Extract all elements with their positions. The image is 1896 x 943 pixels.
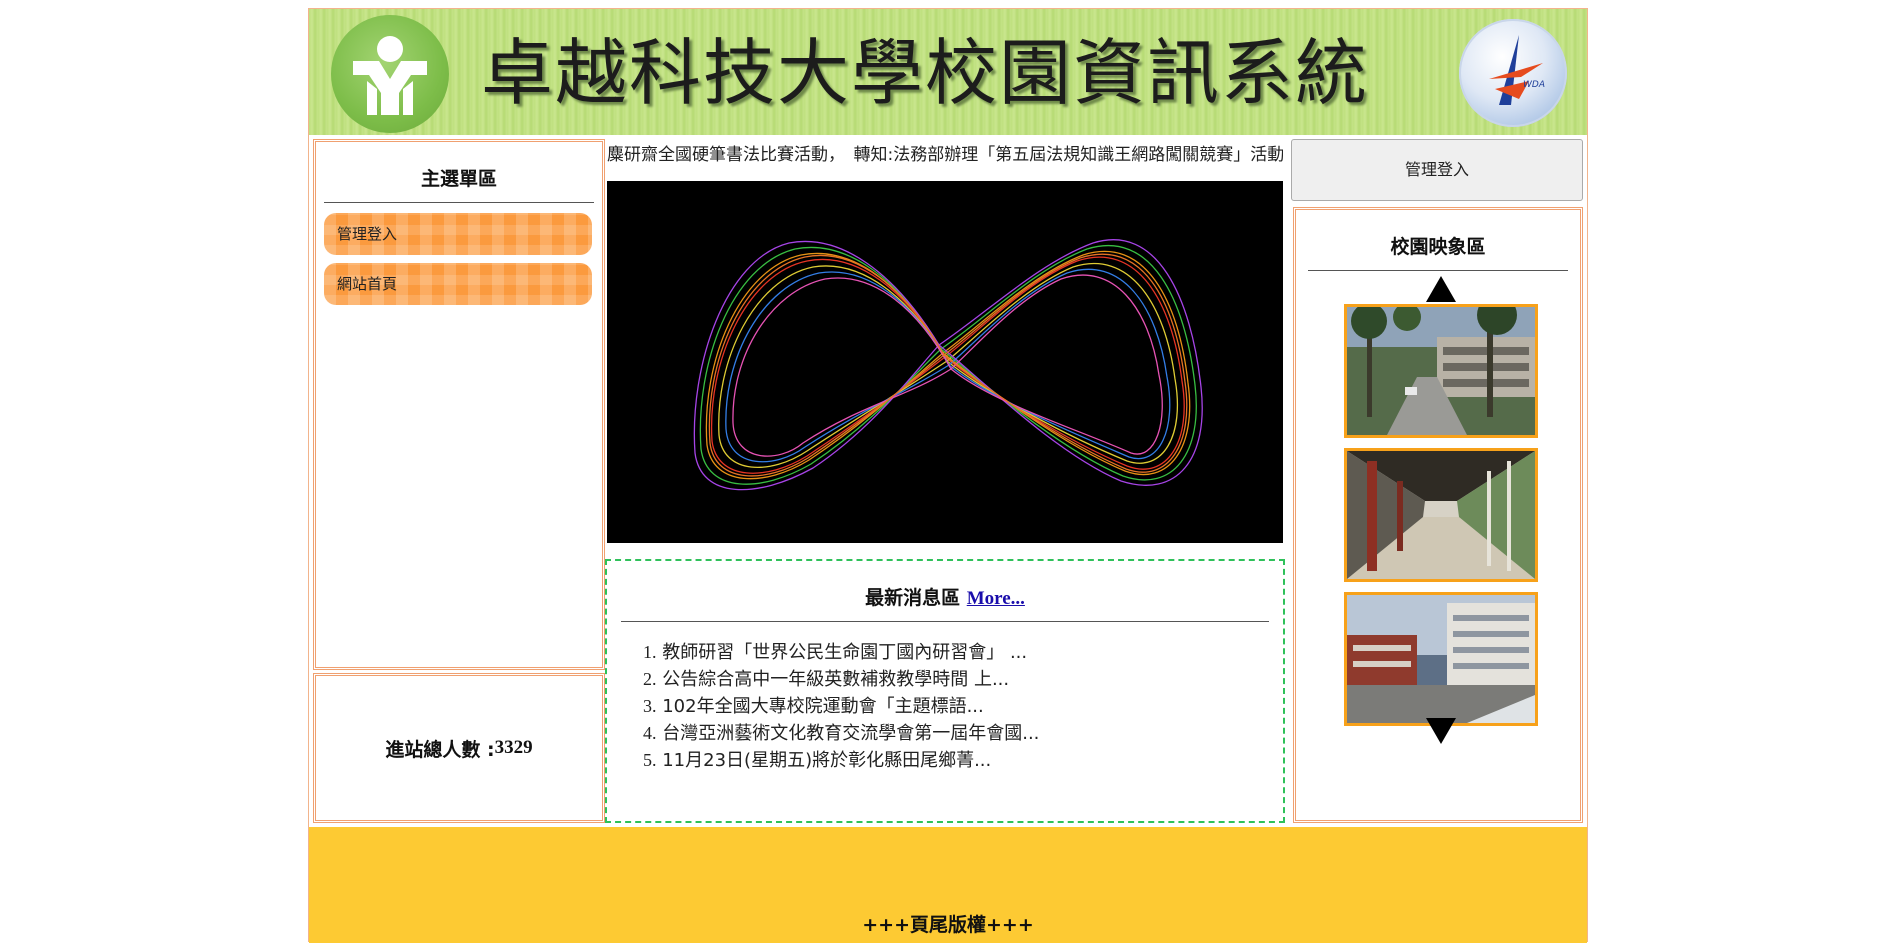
campus-images-title: 校園映象區: [1390, 236, 1486, 258]
news-item-text: 11月23日(星期五)將於彰化縣田尾鄉菁...: [662, 750, 992, 771]
news-ticker[interactable]: 麋研齋全國硬筆書法比賽活動， 轉知:法務部辦理「第五屆法規知識王網路闖關競賽」活…: [607, 142, 1283, 168]
news-item-text: 102年全國大專校院運動會「主題標語...: [662, 696, 984, 717]
buildings-photo[interactable]: [1344, 592, 1538, 726]
news-item-number: 2.: [643, 669, 657, 689]
banner-animation: [607, 181, 1283, 543]
latest-news-panel: 最新消息區 More... 1. 教師研習「世界公民生命園丁國內研習會」 ...…: [605, 559, 1285, 823]
news-title-label: 最新消息區: [865, 587, 961, 609]
news-title: 最新消息區 More...: [607, 583, 1283, 610]
corridor-photo[interactable]: [1344, 448, 1538, 582]
visitor-counter: 進站總人數 :3329: [316, 676, 602, 820]
site-title: 卓越科技大學校園資訊系統: [481, 31, 1370, 115]
visitor-counter-value: 3329: [494, 737, 533, 758]
news-item-number: 4.: [643, 723, 657, 743]
page-container: 卓越科技大學校園資訊系統 WDA 主選單區 管理登入 網站首頁 進站總人數 :3…: [308, 8, 1588, 943]
partner-emblem-logo: WDA: [1459, 19, 1567, 127]
campus-road-photo[interactable]: [1344, 304, 1538, 438]
news-more-link[interactable]: More...: [967, 588, 1025, 609]
news-item[interactable]: 2. 公告綜合高中一年級英數補救教學時間 上...: [643, 666, 1039, 693]
visitor-counter-panel: 進站總人數 :3329: [313, 673, 605, 823]
news-list: 1. 教師研習「世界公民生命園丁國內研習會」 ... 2. 公告綜合高中一年級英…: [643, 639, 1039, 774]
news-item-number: 3.: [643, 696, 657, 716]
menu-item-admin-login[interactable]: 管理登入: [324, 213, 592, 255]
news-item[interactable]: 4. 台灣亞洲藝術文化教育交流學會第一屆年會國...: [643, 720, 1039, 747]
menu-divider: [324, 202, 594, 203]
news-item-text: 教師研習「世界公民生命園丁國內研習會」 ...: [662, 642, 1028, 663]
visitor-counter-label: 進站總人數 :: [385, 738, 495, 761]
header-banner: 卓越科技大學校園資訊系統 WDA: [309, 9, 1587, 135]
footer: +++頁尾版權+++: [309, 827, 1587, 943]
campus-images-panel: 校園映象區: [1293, 207, 1583, 823]
campus-divider: [1308, 270, 1568, 271]
scroll-up-arrow-icon[interactable]: [1426, 276, 1456, 302]
news-item-text: 台灣亞洲藝術文化教育交流學會第一屆年會國...: [662, 723, 1040, 744]
menu-item-home[interactable]: 網站首頁: [324, 263, 592, 305]
school-emblem-logo: [331, 15, 449, 133]
menu-title: 主選單區: [420, 168, 497, 190]
lorenz-attractor-graphic: [693, 239, 1203, 491]
admin-login-button[interactable]: 管理登入: [1291, 139, 1583, 201]
main-menu-panel: 主選單區 管理登入 網站首頁: [313, 139, 605, 670]
news-item-number: 5.: [643, 750, 657, 770]
news-item-number: 1.: [643, 642, 657, 662]
svg-text:WDA: WDA: [1523, 80, 1545, 90]
news-item[interactable]: 3. 102年全國大專校院運動會「主題標語...: [643, 693, 1039, 720]
news-item-text: 公告綜合高中一年級英數補救教學時間 上...: [662, 669, 1010, 690]
news-item[interactable]: 1. 教師研習「世界公民生命園丁國內研習會」 ...: [643, 639, 1039, 666]
footer-copyright: +++頁尾版權+++: [862, 914, 1034, 936]
scroll-down-arrow-icon[interactable]: [1426, 718, 1456, 744]
news-ticker-text: 麋研齋全國硬筆書法比賽活動， 轉知:法務部辦理「第五屆法規知識王網路闖關競賽」活…: [607, 145, 1283, 165]
news-item[interactable]: 5. 11月23日(星期五)將於彰化縣田尾鄉菁...: [643, 747, 1039, 774]
news-divider: [621, 621, 1269, 622]
